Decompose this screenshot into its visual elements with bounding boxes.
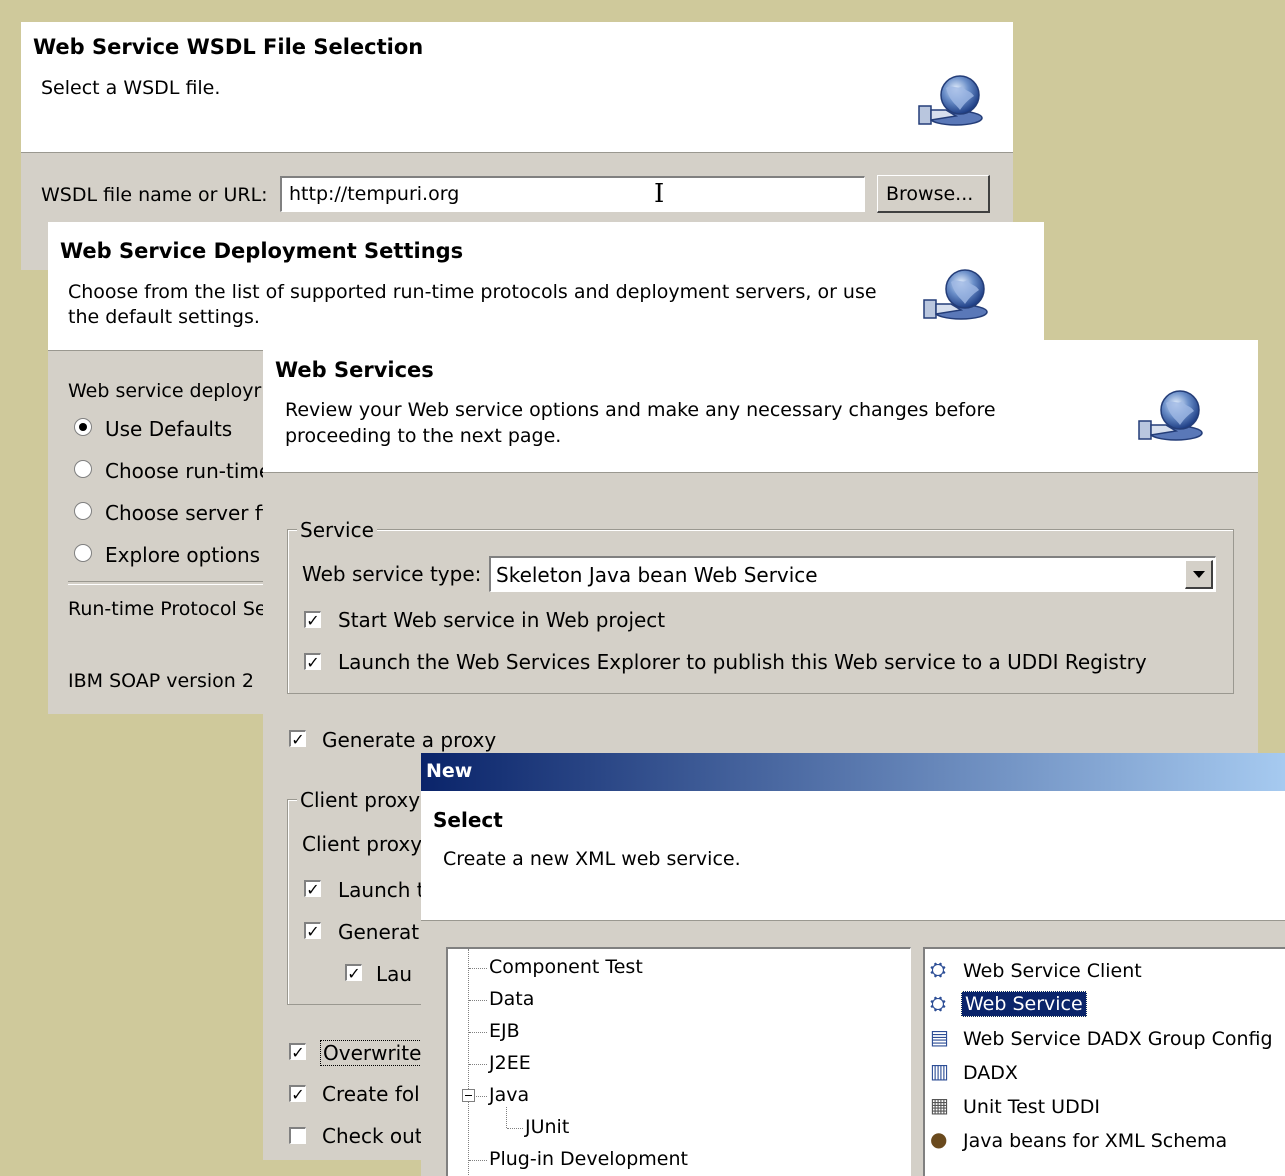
page-title: Web Service WSDL File Selection [33,35,424,59]
launch-checkbox[interactable]: ✓ [304,880,321,898]
dadx-group-config-icon: ▤ [930,1025,949,1049]
list-item-selected[interactable]: Web Service [961,991,1087,1017]
list-item[interactable]: Web Service Client [963,960,1142,982]
checkbox-label: Generat [338,920,420,944]
list-item[interactable]: Unit Test UDDI [963,1096,1100,1118]
page-description-line2: proceeding to the next page. [285,425,562,447]
page-description-line2: the default settings. [68,306,260,328]
overwrite-checkbox[interactable]: ✓ [289,1043,306,1061]
tree-item[interactable]: Java [489,1084,529,1106]
web-services-header: Web Services Review your Web service opt… [263,340,1258,473]
page-description-line1: Review your Web service options and make… [285,399,996,421]
checkbox-label: Generate a proxy [322,728,497,752]
choose-server-radio[interactable] [74,502,92,520]
tree-item[interactable]: Component Test [489,956,643,978]
web-service-icon: ⛭ [930,991,946,1015]
text-cursor-icon: I [654,179,665,209]
java-bean-icon: ● [930,1127,948,1151]
create-folders-checkbox[interactable]: ✓ [289,1085,306,1103]
deployment-header: Web Service Deployment Settings Choose f… [48,222,1044,351]
client-proxy-group-label: Client proxy [297,788,424,812]
browse-label: Browse... [886,183,974,205]
launch-sub-checkbox[interactable]: ✓ [345,964,362,982]
tree-item[interactable]: Plug-in Development [489,1148,688,1170]
checkbox-label: Check out [322,1124,423,1148]
check-out-checkbox[interactable] [289,1127,306,1144]
dialog-title: New [426,760,473,782]
dialog-titlebar[interactable]: New [421,753,1285,791]
dialog-header: Select Create a new XML web service. [421,791,1285,921]
wsdl-url-input[interactable]: http://tempuri.org I [280,176,865,212]
wsdl-url-value: http://tempuri.org [289,183,460,205]
tree-item[interactable]: JUnit [525,1116,569,1138]
client-proxy-label: Client proxy [302,832,423,856]
checkbox-label: Lau [376,962,413,986]
tree-item[interactable]: EJB [489,1020,520,1042]
runtime-protocol-value: IBM SOAP version 2 [68,670,254,692]
list-item[interactable]: Web Service DADX Group Config [963,1028,1273,1050]
radio-label: Use Defaults [105,417,233,441]
checkbox-label: Launch t [338,878,425,902]
generate-proxy-checkbox[interactable]: ✓ [289,730,306,748]
service-type-label: Web service type: [302,562,482,586]
unit-test-uddi-icon: ▦ [930,1093,949,1117]
radio-label: Explore options [105,543,261,567]
wsdl-field-label: WSDL file name or URL: [41,184,268,206]
dadx-icon: ▥ [930,1059,949,1083]
wizard-list[interactable]: ⛭ Web Service Client ⛭ Web Service ▤ Web… [923,947,1285,1176]
new-wizard-dialog: New Select Create a new XML web service.… [421,753,1285,1176]
list-item[interactable]: Java beans for XML Schema [963,1130,1227,1152]
generate-checkbox[interactable]: ✓ [304,922,321,940]
page-description: Select a WSDL file. [41,77,221,99]
tree-item[interactable]: J2EE [489,1052,531,1074]
category-tree[interactable]: Component Test Data EJB J2EE Java JUnit … [446,947,911,1176]
web-service-globe-icon [1136,385,1206,445]
radio-label: Choose run-time [105,459,272,483]
service-type-value: Skeleton Java bean Web Service [496,563,818,587]
dropdown-arrow-icon[interactable] [1185,560,1213,589]
page-description: Create a new XML web service. [443,848,741,870]
collapse-icon[interactable] [462,1089,475,1102]
deployment-section-label: Web service deployr [68,380,262,402]
page-description-line1: Choose from the list of supported run-ti… [68,281,877,303]
checkbox-label: Overwrite [320,1040,425,1066]
list-item[interactable]: DADX [963,1062,1018,1084]
page-title: Web Service Deployment Settings [60,239,464,263]
choose-runtime-radio[interactable] [74,460,92,478]
runtime-protocol-label: Run-time Protocol Se [68,598,267,620]
use-defaults-radio[interactable] [74,418,92,436]
service-type-select[interactable]: Skeleton Java bean Web Service [489,556,1216,592]
tree-item[interactable]: Data [489,988,534,1010]
page-title: Select [433,808,503,832]
web-service-client-icon: ⛭ [930,957,946,981]
checkbox-label: Start Web service in Web project [338,608,666,632]
service-group-label: Service [297,518,377,542]
start-service-checkbox[interactable]: ✓ [304,611,321,629]
launch-explorer-checkbox[interactable]: ✓ [304,653,321,671]
explore-options-radio[interactable] [74,544,92,562]
web-service-globe-icon [916,70,986,130]
radio-label: Choose server fi [105,501,268,525]
page-title: Web Services [275,358,434,382]
checkbox-label: Create fol [322,1082,420,1106]
checkbox-label: Launch the Web Services Explorer to publ… [338,650,1147,674]
web-service-globe-icon [921,264,991,324]
wsdl-header: Web Service WSDL File Selection Select a… [21,22,1013,153]
browse-button[interactable]: Browse... [877,175,990,213]
